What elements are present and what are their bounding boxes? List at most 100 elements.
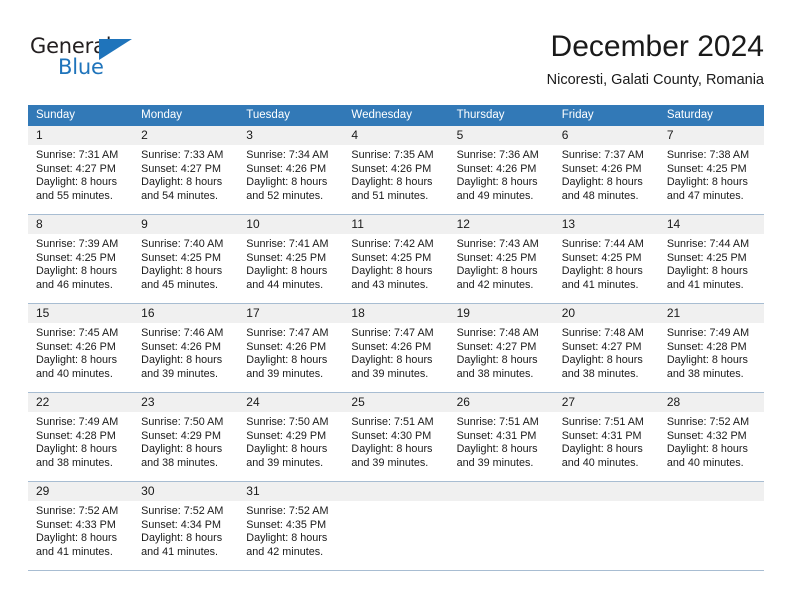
day-number[interactable]: 31 (238, 482, 343, 501)
daylight-text-line2: and 49 minutes. (456, 189, 534, 202)
day-number[interactable]: 25 (343, 393, 448, 412)
day-cell[interactable]: Sunrise: 7:50 AM Sunset: 4:29 PM Dayligh… (133, 412, 238, 481)
sunset-text: Sunset: 4:29 PM (141, 429, 221, 442)
sunrise-text: Sunrise: 7:52 AM (246, 505, 329, 517)
day-cell[interactable]: Sunrise: 7:39 AM Sunset: 4:25 PM Dayligh… (28, 234, 133, 303)
day-cell[interactable]: Sunrise: 7:48 AM Sunset: 4:27 PM Dayligh… (449, 323, 554, 392)
day-number[interactable]: 28 (659, 393, 764, 412)
day-number[interactable]: 18 (343, 304, 448, 323)
day-number[interactable]: 11 (343, 215, 448, 234)
sunrise-text: Sunrise: 7:50 AM (246, 416, 329, 428)
day-cell[interactable]: Sunrise: 7:34 AM Sunset: 4:26 PM Dayligh… (238, 145, 343, 214)
day-cell[interactable]: Sunrise: 7:44 AM Sunset: 4:25 PM Dayligh… (659, 234, 764, 303)
day-number[interactable]: 14 (659, 215, 764, 234)
day-number[interactable]: 10 (238, 215, 343, 234)
day-number[interactable]: 3 (238, 126, 343, 145)
page-header: General Blue December 2024 Nicoresti, Ga… (28, 28, 764, 96)
sunset-text: Sunset: 4:26 PM (456, 162, 537, 175)
sunset-text: Sunset: 4:26 PM (246, 340, 327, 353)
day-cell[interactable]: Sunrise: 7:51 AM Sunset: 4:31 PM Dayligh… (449, 412, 554, 481)
day-cell[interactable]: Sunrise: 7:44 AM Sunset: 4:25 PM Dayligh… (554, 234, 659, 303)
day-cell[interactable]: Sunrise: 7:48 AM Sunset: 4:27 PM Dayligh… (554, 323, 659, 392)
daylight-text-line1: Daylight: 8 hours (36, 265, 118, 278)
day-cell[interactable]: Sunrise: 7:52 AM Sunset: 4:33 PM Dayligh… (28, 501, 133, 570)
day-number[interactable]: 16 (133, 304, 238, 323)
day-number[interactable]: 9 (133, 215, 238, 234)
sunset-text: Sunset: 4:27 PM (456, 340, 537, 353)
daylight-text-line2: and 39 minutes. (351, 367, 429, 380)
daylight-text-line1: Daylight: 8 hours (561, 176, 643, 189)
day-cell[interactable]: Sunrise: 7:36 AM Sunset: 4:26 PM Dayligh… (449, 145, 554, 214)
sunrise-text: Sunrise: 7:52 AM (666, 416, 750, 428)
day-number[interactable]: 7 (659, 126, 764, 145)
sunrise-text: Sunrise: 7:33 AM (141, 149, 224, 161)
sunrise-text: Sunrise: 7:39 AM (36, 238, 119, 250)
day-cell[interactable]: Sunrise: 7:45 AM Sunset: 4:26 PM Dayligh… (28, 323, 133, 392)
week-daynumber-strip: 8 9 10 11 12 13 14 (28, 215, 764, 234)
day-cell[interactable]: Sunrise: 7:49 AM Sunset: 4:28 PM Dayligh… (28, 412, 133, 481)
day-cell[interactable]: Sunrise: 7:40 AM Sunset: 4:25 PM Dayligh… (133, 234, 238, 303)
day-cell[interactable]: Sunrise: 7:51 AM Sunset: 4:30 PM Dayligh… (343, 412, 448, 481)
day-number[interactable]: 29 (28, 482, 133, 501)
day-number[interactable]: 19 (449, 304, 554, 323)
day-cell[interactable]: Sunrise: 7:51 AM Sunset: 4:31 PM Dayligh… (554, 412, 659, 481)
day-cell[interactable]: Sunrise: 7:49 AM Sunset: 4:28 PM Dayligh… (659, 323, 764, 392)
brand-logo[interactable]: General Blue (28, 32, 258, 92)
day-number[interactable]: 27 (554, 393, 659, 412)
day-number[interactable]: 1 (28, 126, 133, 145)
daylight-text-line2: and 44 minutes. (246, 278, 324, 291)
day-number[interactable]: 8 (28, 215, 133, 234)
weekday-header-sunday: Sunday (36, 109, 76, 121)
daylight-text-line2: and 47 minutes. (666, 189, 744, 202)
day-number[interactable]: 26 (449, 393, 554, 412)
brand-name-blue: Blue (58, 55, 104, 79)
weekday-header-tuesday: Tuesday (246, 109, 290, 121)
day-cell[interactable]: Sunrise: 7:52 AM Sunset: 4:35 PM Dayligh… (238, 501, 343, 570)
day-cell[interactable]: Sunrise: 7:41 AM Sunset: 4:25 PM Dayligh… (238, 234, 343, 303)
sunset-text: Sunset: 4:25 PM (456, 251, 537, 264)
calendar-grid: Sunday Monday Tuesday Wednesday Thursday… (28, 105, 764, 571)
day-cell[interactable]: Sunrise: 7:52 AM Sunset: 4:32 PM Dayligh… (659, 412, 764, 481)
daylight-text-line1: Daylight: 8 hours (141, 532, 223, 545)
day-cell-empty (659, 501, 764, 570)
daylight-text-line1: Daylight: 8 hours (456, 443, 538, 456)
day-number[interactable]: 22 (28, 393, 133, 412)
day-number[interactable]: 13 (554, 215, 659, 234)
day-cell[interactable]: Sunrise: 7:42 AM Sunset: 4:25 PM Dayligh… (343, 234, 448, 303)
daylight-text-line1: Daylight: 8 hours (666, 354, 748, 367)
weekday-header-monday: Monday (141, 109, 183, 121)
day-number[interactable]: 12 (449, 215, 554, 234)
sunset-text: Sunset: 4:29 PM (246, 429, 327, 442)
day-number[interactable]: 21 (659, 304, 764, 323)
day-number[interactable]: 17 (238, 304, 343, 323)
day-cell[interactable]: Sunrise: 7:43 AM Sunset: 4:25 PM Dayligh… (449, 234, 554, 303)
day-number[interactable]: 20 (554, 304, 659, 323)
sunrise-text: Sunrise: 7:51 AM (561, 416, 644, 428)
week-daynumber-strip: 15 16 17 18 19 20 21 (28, 304, 764, 323)
weekday-header-row: Sunday Monday Tuesday Wednesday Thursday… (28, 105, 764, 126)
day-cell[interactable]: Sunrise: 7:38 AM Sunset: 4:25 PM Dayligh… (659, 145, 764, 214)
day-cell[interactable]: Sunrise: 7:35 AM Sunset: 4:26 PM Dayligh… (343, 145, 448, 214)
day-cell[interactable]: Sunrise: 7:50 AM Sunset: 4:29 PM Dayligh… (238, 412, 343, 481)
sunset-text: Sunset: 4:27 PM (36, 162, 116, 175)
day-cell[interactable]: Sunrise: 7:46 AM Sunset: 4:26 PM Dayligh… (133, 323, 238, 392)
day-number[interactable]: 30 (133, 482, 238, 501)
day-number[interactable]: 5 (449, 126, 554, 145)
day-cell[interactable]: Sunrise: 7:37 AM Sunset: 4:26 PM Dayligh… (554, 145, 659, 214)
day-number[interactable]: 4 (343, 126, 448, 145)
day-number[interactable]: 24 (238, 393, 343, 412)
day-cell[interactable]: Sunrise: 7:47 AM Sunset: 4:26 PM Dayligh… (238, 323, 343, 392)
day-number[interactable]: 2 (133, 126, 238, 145)
day-number[interactable]: 6 (554, 126, 659, 145)
day-cell[interactable]: Sunrise: 7:47 AM Sunset: 4:26 PM Dayligh… (343, 323, 448, 392)
sunrise-text: Sunrise: 7:49 AM (666, 327, 750, 339)
sunset-text: Sunset: 4:27 PM (141, 162, 221, 175)
day-cell[interactable]: Sunrise: 7:31 AM Sunset: 4:27 PM Dayligh… (28, 145, 133, 214)
day-number[interactable]: 15 (28, 304, 133, 323)
day-number[interactable]: 23 (133, 393, 238, 412)
sunrise-text: Sunrise: 7:36 AM (456, 149, 539, 161)
day-cell[interactable]: Sunrise: 7:33 AM Sunset: 4:27 PM Dayligh… (133, 145, 238, 214)
day-cell[interactable]: Sunrise: 7:52 AM Sunset: 4:34 PM Dayligh… (133, 501, 238, 570)
daylight-text-line2: and 55 minutes. (36, 189, 113, 202)
sunset-text: Sunset: 4:30 PM (351, 429, 432, 442)
